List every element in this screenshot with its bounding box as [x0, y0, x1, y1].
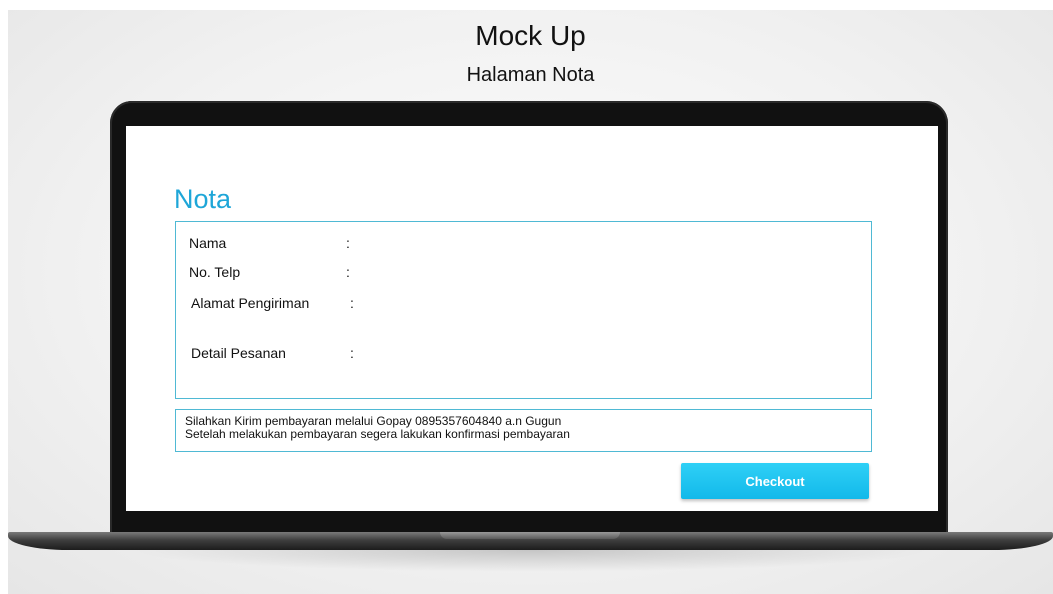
laptop-base-notch: [440, 532, 620, 539]
mockup-title: Mock Up: [475, 20, 586, 51]
field-colon: :: [346, 264, 350, 280]
field-label-alamat-pengiriman: Alamat Pengiriman: [191, 295, 310, 311]
field-colon: :: [346, 235, 350, 251]
payment-confirmation-line: Setelah melakukan pembayaran segera laku…: [185, 427, 570, 441]
field-label-no-telp: No. Telp: [189, 264, 241, 280]
mockup-subtitle: Halaman Nota: [466, 64, 595, 86]
laptop-shadow: [128, 550, 933, 572]
field-colon: :: [350, 295, 354, 311]
field-label-detail-pesanan: Detail Pesanan: [191, 345, 286, 361]
field-label-nama: Nama: [189, 235, 227, 251]
mockup-stage: Mock Up Halaman Nota Nota Nama : No. Tel…: [8, 10, 1053, 594]
checkout-button[interactable]: Checkout: [681, 463, 869, 499]
customer-info-box: Nama : No. Telp : Alamat Pengiriman : De…: [175, 221, 872, 399]
page-title: Nota: [174, 184, 232, 214]
payment-instructions-box: Silahkan Kirim pembayaran melalui Gopay …: [175, 409, 872, 452]
field-colon: :: [350, 345, 354, 361]
laptop-screen: Nota Nama : No. Telp : Alamat Pengiriman…: [126, 126, 938, 511]
